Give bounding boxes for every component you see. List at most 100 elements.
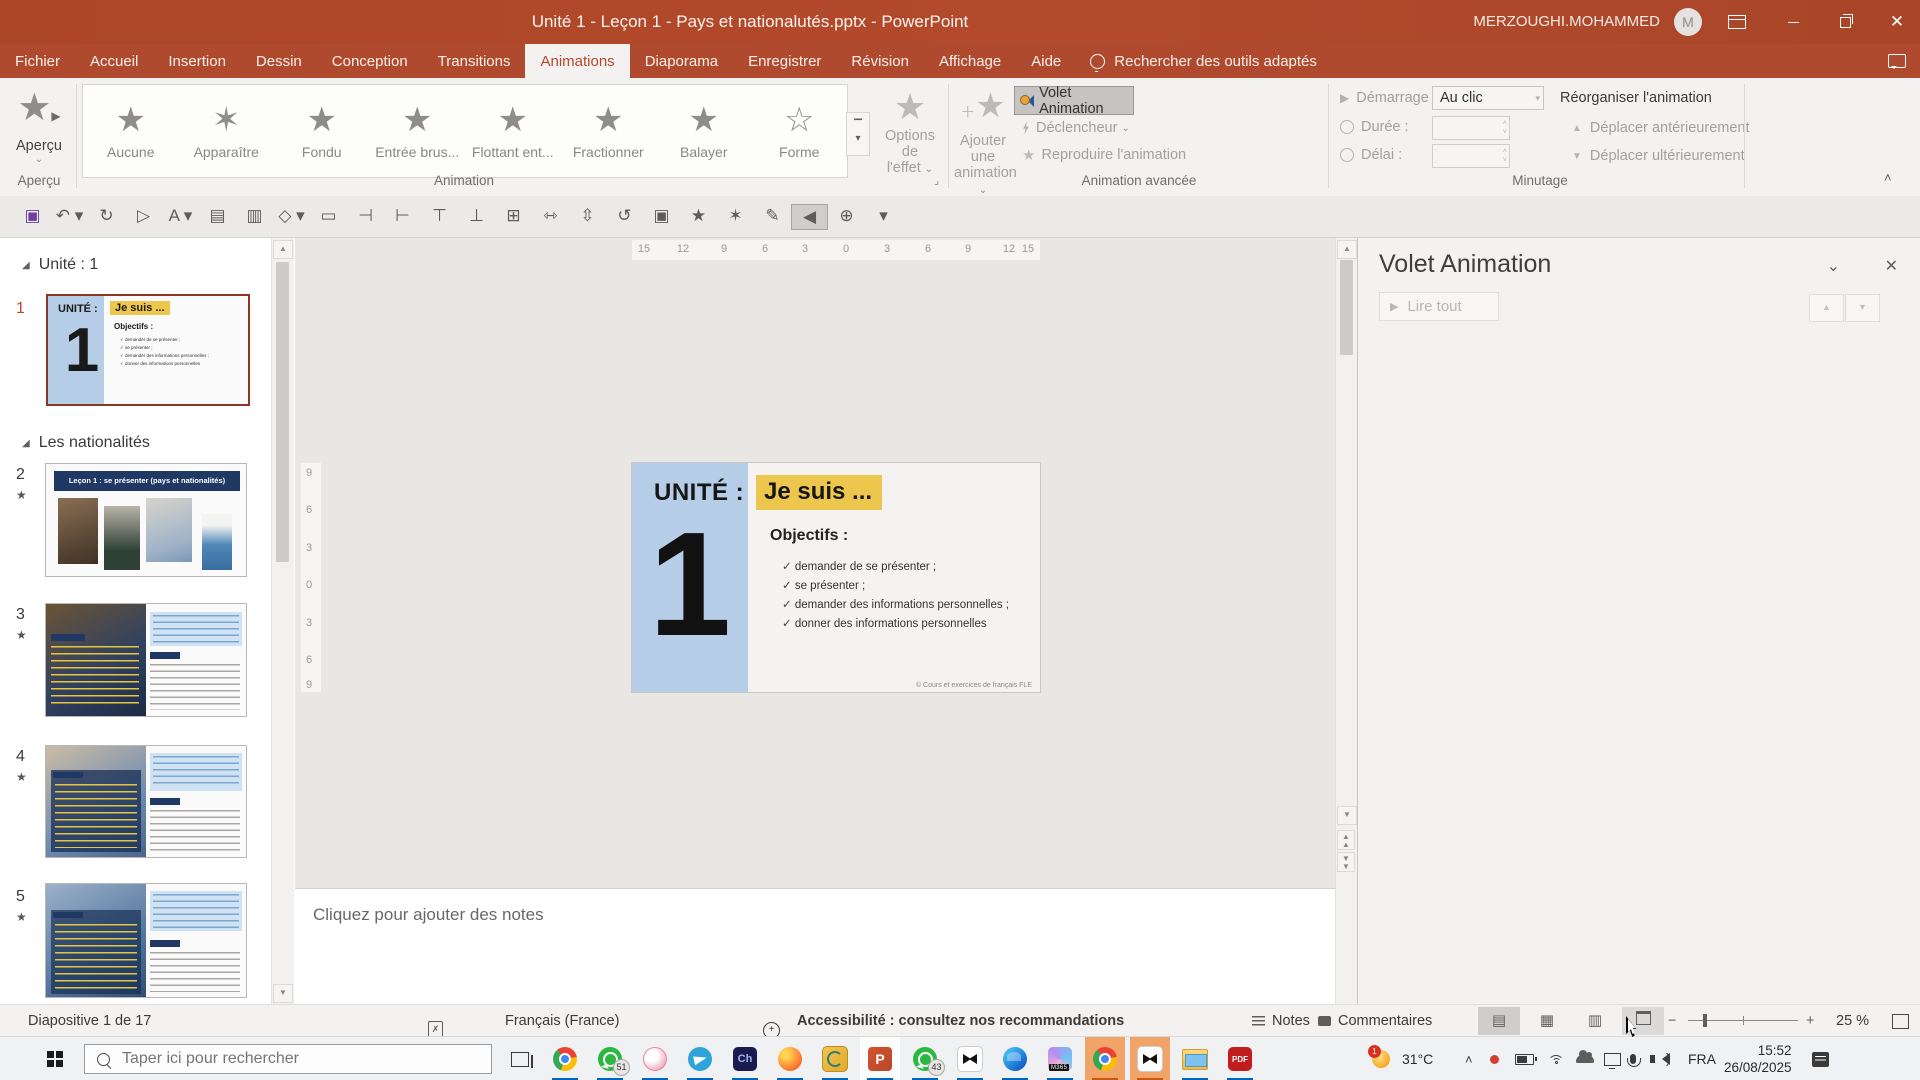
- notes-toggle[interactable]: Notes: [1252, 1005, 1310, 1037]
- tab-animations[interactable]: Animations: [525, 44, 629, 78]
- comments-button[interactable]: [1888, 44, 1906, 78]
- slide-canvas[interactable]: UNITÉ : Je suis ... 1 Objectifs : demand…: [632, 463, 1040, 692]
- tell-me-search[interactable]: Rechercher des outils adaptés: [1090, 44, 1317, 78]
- taskbar-m365[interactable]: M365: [1040, 1037, 1080, 1080]
- distribute-horizontally-button[interactable]: ⇿: [532, 204, 569, 230]
- previous-slide-button[interactable]: ▲▲: [1337, 830, 1355, 850]
- animate-button[interactable]: ★: [680, 204, 717, 230]
- scroll-down-button[interactable]: ▼: [1337, 806, 1357, 825]
- notification-center-button[interactable]: [1812, 1037, 1829, 1080]
- effect-options-button[interactable]: ★ Options de l'effet ⌄: [878, 86, 942, 176]
- tab-diaporama[interactable]: Diaporama: [630, 44, 733, 78]
- comments-toggle[interactable]: Commentaires: [1318, 1005, 1432, 1037]
- slide-big-number[interactable]: 1: [632, 515, 748, 655]
- section-header-unite-1[interactable]: ◢ Unité : 1: [22, 256, 98, 274]
- duration-spinner[interactable]: ˄˅: [1432, 116, 1510, 140]
- weather-button[interactable]: 1: [1372, 1037, 1390, 1080]
- bring-forward-button[interactable]: ▤: [199, 204, 236, 230]
- fit-to-window-button[interactable]: [1892, 1014, 1909, 1029]
- tab-aide[interactable]: Aide: [1016, 44, 1076, 78]
- center-objects-button[interactable]: ⊞: [495, 204, 532, 230]
- taskbar-file-explorer[interactable]: [1175, 1037, 1215, 1080]
- add-animation-button[interactable]: ✶: [717, 204, 754, 230]
- taskbar-search[interactable]: [84, 1044, 492, 1074]
- slide-sorter-view-button[interactable]: ▦: [1526, 1007, 1568, 1035]
- animation-painter-button[interactable]: ★ Reproduire l'animation: [1022, 146, 1186, 164]
- animation-aucune[interactable]: ★Aucune: [83, 85, 179, 177]
- reading-view-button[interactable]: ▥: [1574, 1007, 1616, 1035]
- start-from-beginning-button[interactable]: ▷: [125, 204, 162, 230]
- more-commands-button[interactable]: ▾: [865, 204, 902, 230]
- slide-3-thumbnail[interactable]: [45, 603, 247, 717]
- editor-scrollbar[interactable]: ▲ ▼ ▲▲ ▼▼: [1335, 238, 1358, 1004]
- cast-icon[interactable]: [1604, 1037, 1621, 1080]
- taskbar-browser-attention[interactable]: [1085, 1037, 1125, 1080]
- animation-painter-button[interactable]: ✎: [754, 204, 791, 230]
- taskbar-whatsapp[interactable]: 51: [590, 1037, 630, 1080]
- language-status[interactable]: Français (France): [505, 1005, 619, 1037]
- start-button[interactable]: [32, 1037, 78, 1080]
- slide-5-thumbnail[interactable]: [45, 883, 247, 998]
- slide-unit-title[interactable]: Je suis ...: [756, 475, 882, 510]
- align-top-button[interactable]: ⊤: [421, 204, 458, 230]
- tab-insertion[interactable]: Insertion: [153, 44, 241, 78]
- animation-flottant-entrant[interactable]: ★Flottant ent...: [465, 85, 561, 177]
- tab-transitions[interactable]: Transitions: [423, 44, 526, 78]
- taskbar-whatsapp-2[interactable]: 43: [905, 1037, 945, 1080]
- slide-4-thumbnail[interactable]: [45, 745, 247, 858]
- proofing-icon[interactable]: ✗: [428, 1012, 443, 1030]
- undo-button[interactable]: ↶ ▾: [51, 204, 88, 230]
- hidden-icons-button[interactable]: ˄: [1465, 1037, 1473, 1080]
- save-icon[interactable]: ▣: [14, 204, 51, 230]
- taskbar-character-animator[interactable]: Ch: [725, 1037, 765, 1080]
- clock[interactable]: 15:5226/08/2025: [1724, 1037, 1792, 1080]
- restore-button[interactable]: [1822, 0, 1868, 44]
- search-input[interactable]: [120, 1049, 454, 1069]
- accessibility-status[interactable]: Accessibilité : consultez nos recommanda…: [797, 1005, 1124, 1037]
- minimize-button[interactable]: [1770, 0, 1816, 44]
- objective-item[interactable]: demander des informations personnelles ;: [782, 597, 1009, 611]
- wifi-icon[interactable]: [1548, 1037, 1564, 1080]
- animation-fractionner[interactable]: ★Fractionner: [561, 85, 657, 177]
- tab-accueil[interactable]: Accueil: [75, 44, 153, 78]
- taskbar-pdf-editor[interactable]: PDF: [1220, 1037, 1260, 1080]
- normal-view-button[interactable]: ▤: [1478, 1007, 1520, 1035]
- ribbon-display-options-button[interactable]: [1714, 0, 1760, 44]
- slide-objectives-heading[interactable]: Objectifs :: [770, 527, 848, 545]
- taskbar-capture-app[interactable]: [815, 1037, 855, 1080]
- recording-indicator-icon[interactable]: [1490, 1037, 1499, 1080]
- taskbar-powerpoint[interactable]: P: [860, 1037, 900, 1080]
- selection-pane-button[interactable]: ⊕: [828, 204, 865, 230]
- group-objects-button[interactable]: ▣: [643, 204, 680, 230]
- gallery-more-button[interactable]: ▔▾: [846, 112, 870, 156]
- font-style-button[interactable]: A ▾: [162, 204, 199, 230]
- align-bottom-button[interactable]: ⊥: [458, 204, 495, 230]
- objective-item[interactable]: se présenter ;: [782, 578, 865, 592]
- tab-revision[interactable]: Révision: [836, 44, 924, 78]
- move-up-button[interactable]: ▲: [1809, 294, 1844, 322]
- text-box-button[interactable]: ▭: [310, 204, 347, 230]
- scroll-up-button[interactable]: ▲: [1337, 240, 1357, 259]
- collapse-ribbon-button[interactable]: ˄: [1884, 170, 1892, 185]
- move-earlier-button[interactable]: ▲ Déplacer antérieurement: [1572, 120, 1750, 136]
- start-combobox[interactable]: Au clic ▾: [1432, 86, 1544, 110]
- scroll-up-button[interactable]: ▲: [273, 240, 293, 259]
- scrollbar-thumb[interactable]: [276, 262, 289, 562]
- taskbar-clip-app[interactable]: [635, 1037, 675, 1080]
- play-all-button[interactable]: ▶ Lire tout: [1379, 292, 1499, 321]
- taskbar-capcut[interactable]: [950, 1037, 990, 1080]
- language-indicator[interactable]: FRA: [1688, 1037, 1716, 1080]
- scroll-down-button[interactable]: ▼: [273, 984, 293, 1003]
- align-left-button[interactable]: ⊣: [347, 204, 384, 230]
- taskbar-chrome[interactable]: [545, 1037, 585, 1080]
- microphone-icon[interactable]: [1630, 1037, 1636, 1080]
- tab-enregistrer[interactable]: Enregistrer: [733, 44, 836, 78]
- rotate-object-button[interactable]: ↺: [606, 204, 643, 230]
- trigger-button[interactable]: Déclencheur ⌄: [1022, 120, 1130, 136]
- move-down-button[interactable]: ▼: [1845, 294, 1880, 322]
- avatar[interactable]: M: [1674, 8, 1702, 36]
- onedrive-icon[interactable]: [1576, 1037, 1594, 1080]
- distribute-vertically-button[interactable]: ⇳: [569, 204, 606, 230]
- slide-counter[interactable]: Diapositive 1 de 17: [28, 1005, 151, 1037]
- thumbnail-scrollbar[interactable]: ▲ ▼: [271, 238, 294, 1004]
